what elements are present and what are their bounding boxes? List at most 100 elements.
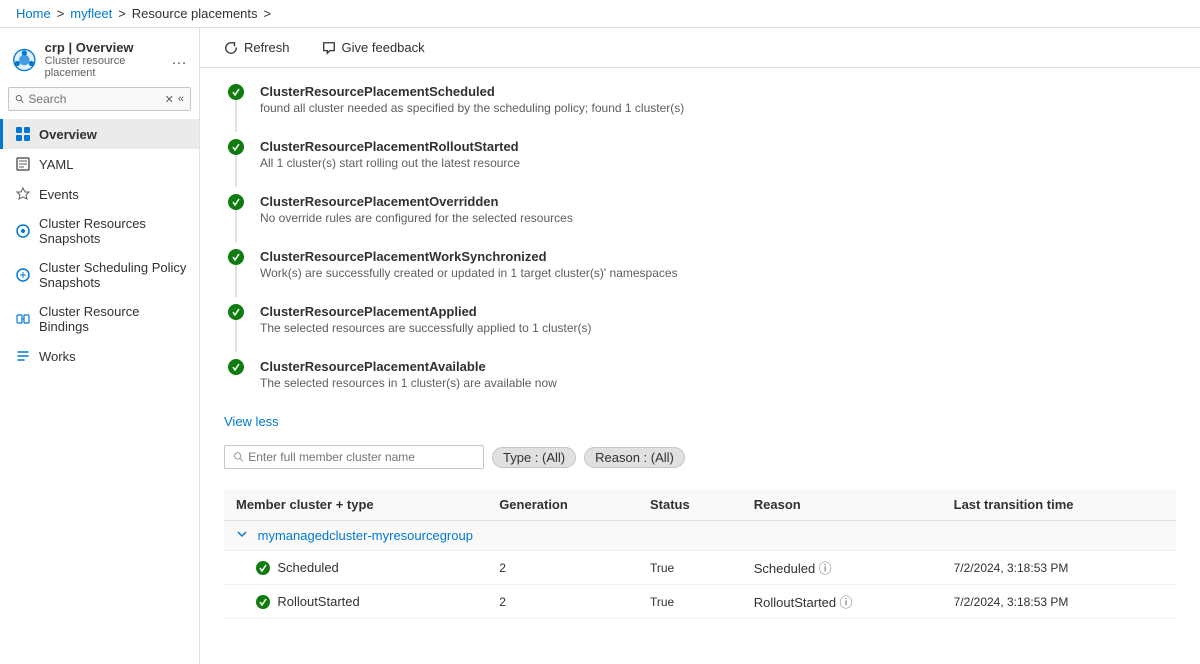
view-less-link[interactable]: View less xyxy=(224,414,279,429)
row-name-cell: Scheduled xyxy=(224,551,487,585)
main-content: Refresh Give feedback ClusterResourcePla… xyxy=(200,28,1200,664)
timeline-item-desc: All 1 cluster(s) start rolling out the l… xyxy=(260,156,520,170)
row-status-icon xyxy=(256,595,270,609)
breadcrumb-parent[interactable]: myfleet xyxy=(70,6,112,21)
toolbar: Refresh Give feedback xyxy=(200,28,1200,68)
breadcrumb-current: Resource placements xyxy=(132,6,258,21)
timeline-dot xyxy=(228,84,244,100)
timeline-section: ClusterResourcePlacementScheduled found … xyxy=(200,68,1200,664)
row-reason: RolloutStarted ⓘ xyxy=(742,585,942,619)
row-status: True xyxy=(638,551,742,585)
search-collapse-icon[interactable]: « xyxy=(178,93,184,106)
row-reason-text: Scheduled xyxy=(754,561,815,576)
cluster-resources-snapshots-icon xyxy=(15,223,31,239)
table-container: Member cluster + type Generation Status … xyxy=(224,489,1176,619)
sidebar-more-icon[interactable]: … xyxy=(171,51,187,69)
sidebar-item-cluster-scheduling-policy-snapshots[interactable]: Cluster Scheduling Policy Snapshots xyxy=(0,253,199,297)
row-reason-text: RolloutStarted xyxy=(754,595,836,610)
timeline-item: ClusterResourcePlacementApplied The sele… xyxy=(224,304,1176,359)
feedback-button[interactable]: Give feedback xyxy=(314,36,433,59)
sidebar-item-cluster-resources-snapshots-label: Cluster Resources Snapshots xyxy=(39,216,187,246)
resource-bindings-icon xyxy=(15,311,31,327)
sidebar-item-scheduling-label: Cluster Scheduling Policy Snapshots xyxy=(39,260,187,290)
sidebar-item-events-label: Events xyxy=(39,187,79,202)
sidebar-item-works[interactable]: Works xyxy=(0,341,199,371)
breadcrumb-home[interactable]: Home xyxy=(16,6,51,21)
reason-filter-tag[interactable]: Reason : (All) xyxy=(584,447,685,468)
timeline-content: ClusterResourcePlacementAvailable The se… xyxy=(248,359,557,414)
refresh-icon xyxy=(224,41,238,55)
timeline-item-title: ClusterResourcePlacementRolloutStarted xyxy=(260,139,520,154)
type-filter-tag[interactable]: Type : (All) xyxy=(492,447,576,468)
filter-bar: Type : (All) Reason : (All) xyxy=(224,445,1176,477)
timeline-dot xyxy=(228,194,244,210)
breadcrumb: Home > myfleet > Resource placements > xyxy=(0,0,1200,28)
sidebar-title: crp | Overview xyxy=(45,40,163,55)
timeline-item-desc: No override rules are configured for the… xyxy=(260,211,573,225)
cluster-group-cell: mymanagedcluster-myresourcegroup xyxy=(224,521,1176,551)
col-generation: Generation xyxy=(487,489,638,521)
table-row: RolloutStarted 2 True RolloutStarted ⓘ 7… xyxy=(224,585,1176,619)
search-close-icon[interactable]: ✕ xyxy=(165,93,174,106)
sidebar-search-input[interactable] xyxy=(28,92,160,106)
timeline-container: ClusterResourcePlacementScheduled found … xyxy=(224,84,1176,414)
timeline-dot xyxy=(228,304,244,320)
timeline-item-title: ClusterResourcePlacementAvailable xyxy=(260,359,557,374)
timeline-line xyxy=(224,359,248,375)
row-reason: Scheduled ⓘ xyxy=(742,551,942,585)
row-name: RolloutStarted xyxy=(277,594,359,609)
sidebar-item-cluster-resource-bindings[interactable]: Cluster Resource Bindings xyxy=(0,297,199,341)
timeline-line xyxy=(224,304,248,352)
sidebar: crp | Overview Cluster resource placemen… xyxy=(0,28,200,664)
timeline-line xyxy=(224,139,248,187)
refresh-label: Refresh xyxy=(244,40,290,55)
timeline-item: ClusterResourcePlacementAvailable The se… xyxy=(224,359,1176,414)
timeline-item-title: ClusterResourcePlacementScheduled xyxy=(260,84,684,99)
timeline-line xyxy=(224,194,248,242)
events-icon xyxy=(15,186,31,202)
col-member-cluster: Member cluster + type xyxy=(224,489,487,521)
timeline-item: ClusterResourcePlacementRolloutStarted A… xyxy=(224,139,1176,194)
timeline-connector xyxy=(235,100,237,132)
row-status-icon xyxy=(256,561,270,575)
sidebar-item-yaml[interactable]: YAML xyxy=(0,149,199,179)
row-generation: 2 xyxy=(487,551,638,585)
sidebar-item-events[interactable]: Events xyxy=(0,179,199,209)
timeline-connector xyxy=(235,265,237,297)
info-icon[interactable]: ⓘ xyxy=(819,561,832,576)
collapse-icon[interactable] xyxy=(236,528,252,543)
timeline-connector xyxy=(235,210,237,242)
col-last-transition: Last transition time xyxy=(942,489,1176,521)
timeline-connector xyxy=(235,155,237,187)
overview-icon xyxy=(15,126,31,142)
cluster-table: Member cluster + type Generation Status … xyxy=(224,489,1176,619)
crp-icon xyxy=(12,46,37,74)
refresh-button[interactable]: Refresh xyxy=(216,36,298,59)
sidebar-header: crp | Overview Cluster resource placemen… xyxy=(0,28,199,87)
cluster-group-row: mymanagedcluster-myresourcegroup xyxy=(224,521,1176,551)
feedback-icon xyxy=(322,41,336,55)
sidebar-item-overview[interactable]: Overview xyxy=(0,119,199,149)
sidebar-search[interactable]: ✕ « xyxy=(8,87,191,111)
timeline-item-desc: Work(s) are successfully created or upda… xyxy=(260,266,678,280)
sidebar-item-cluster-resources-snapshots[interactable]: Cluster Resources Snapshots xyxy=(0,209,199,253)
info-icon[interactable]: ⓘ xyxy=(840,595,853,610)
timeline-item-title: ClusterResourcePlacementApplied xyxy=(260,304,591,319)
cluster-filter-input[interactable] xyxy=(248,450,475,464)
timeline-item: ClusterResourcePlacementOverridden No ov… xyxy=(224,194,1176,249)
works-icon xyxy=(15,348,31,364)
row-transition-time: 7/2/2024, 3:18:53 PM xyxy=(942,585,1176,619)
row-name-cell: RolloutStarted xyxy=(224,585,487,619)
cluster-search[interactable] xyxy=(224,445,484,469)
search-icon xyxy=(15,93,24,105)
cluster-group-name[interactable]: mymanagedcluster-myresourcegroup xyxy=(258,528,473,543)
timeline-content: ClusterResourcePlacementRolloutStarted A… xyxy=(248,139,520,194)
timeline-item-desc: found all cluster needed as specified by… xyxy=(260,101,684,115)
timeline-line xyxy=(224,84,248,132)
timeline-dot xyxy=(228,249,244,265)
timeline-item-desc: The selected resources are successfully … xyxy=(260,321,591,335)
scheduling-policy-icon xyxy=(15,267,31,283)
feedback-label: Give feedback xyxy=(342,40,425,55)
timeline-dot xyxy=(228,359,244,375)
type-filter-label: Type : (All) xyxy=(503,450,565,465)
